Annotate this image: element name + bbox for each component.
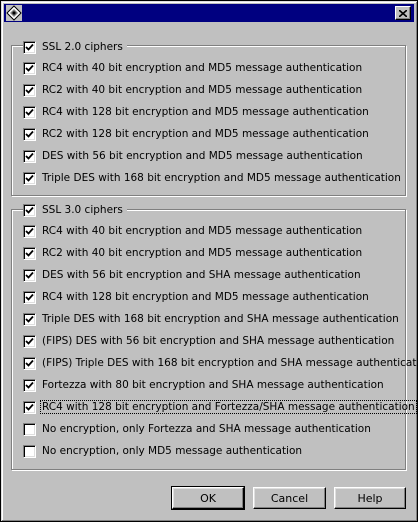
checkmark-icon bbox=[25, 64, 34, 72]
app-window-icon[interactable] bbox=[6, 5, 22, 21]
checkmark-icon bbox=[25, 43, 34, 51]
cipher-label: RC4 with 40 bit encryption and MD5 messa… bbox=[42, 225, 363, 237]
checkmark-icon bbox=[25, 152, 34, 160]
checkbox-box[interactable] bbox=[23, 268, 36, 282]
ssl2-cipher-checkbox[interactable]: RC2 with 40 bit encryption and MD5 messa… bbox=[23, 82, 363, 98]
checkbox-box[interactable] bbox=[23, 83, 36, 97]
ssl3-cipher-checkbox[interactable]: Fortezza with 80 bit encryption and SHA … bbox=[23, 377, 385, 393]
help-button[interactable]: Help bbox=[334, 487, 406, 509]
cipher-label: DES with 56 bit encryption and SHA messa… bbox=[42, 269, 361, 281]
cipher-label: Fortezza with 80 bit encryption and SHA … bbox=[42, 379, 384, 391]
checkmark-icon bbox=[25, 271, 34, 279]
group-header-label: SSL 2.0 ciphers bbox=[42, 41, 123, 53]
cipher-label: (FIPS) DES with 56 bit encryption and SH… bbox=[42, 335, 395, 347]
cipher-label: RC2 with 128 bit encryption and MD5 mess… bbox=[42, 128, 369, 140]
ssl3-enable-checkbox[interactable]: SSL 3.0 ciphers bbox=[23, 202, 127, 218]
checkbox-box[interactable] bbox=[23, 378, 36, 392]
checkmark-icon bbox=[25, 337, 34, 345]
checkbox-box[interactable] bbox=[23, 356, 36, 370]
cipher-label: No encryption, only Fortezza and SHA mes… bbox=[42, 423, 371, 435]
checkbox-box[interactable] bbox=[23, 224, 36, 238]
ssl3-cipher-checkbox[interactable]: RC4 with 128 bit encryption and MD5 mess… bbox=[23, 289, 370, 305]
cipher-label: No encryption, only MD5 message authenti… bbox=[42, 445, 303, 457]
title-bar[interactable] bbox=[4, 4, 414, 22]
ssl2-cipher-checkbox[interactable]: RC2 with 128 bit encryption and MD5 mess… bbox=[23, 126, 370, 142]
close-icon bbox=[399, 9, 407, 17]
checkmark-icon bbox=[25, 359, 34, 367]
checkbox-box[interactable] bbox=[23, 40, 36, 54]
ssl3-cipher-checkbox[interactable]: No encryption, only MD5 message authenti… bbox=[23, 443, 303, 459]
ssl3-cipher-checkbox[interactable]: Triple DES with 168 bit encryption and S… bbox=[23, 311, 400, 327]
checkmark-icon bbox=[25, 86, 34, 94]
cipher-label: DES with 56 bit encryption and MD5 messa… bbox=[42, 150, 363, 162]
close-button[interactable] bbox=[395, 6, 411, 20]
checkbox-box[interactable] bbox=[23, 171, 36, 185]
checkmark-icon bbox=[25, 174, 34, 182]
cipher-label: Triple DES with 168 bit encryption and M… bbox=[42, 172, 401, 184]
checkbox-box[interactable] bbox=[23, 334, 36, 348]
cipher-label: RC2 with 40 bit encryption and MD5 messa… bbox=[42, 247, 363, 259]
ssl2-cipher-checkbox[interactable]: RC4 with 40 bit encryption and MD5 messa… bbox=[23, 60, 363, 76]
checkmark-icon bbox=[25, 227, 34, 235]
cipher-label: RC4 with 128 bit encryption and Fortezza… bbox=[40, 400, 417, 414]
checkmark-icon bbox=[25, 403, 34, 411]
checkbox-box[interactable] bbox=[23, 422, 36, 436]
ssl2-cipher-checkbox[interactable]: DES with 56 bit encryption and MD5 messa… bbox=[23, 148, 364, 164]
ok-button[interactable]: OK bbox=[171, 486, 245, 510]
ssl3-cipher-checkbox[interactable]: (FIPS) Triple DES with 168 bit encryptio… bbox=[23, 355, 418, 371]
checkmark-icon bbox=[25, 206, 34, 214]
checkbox-box[interactable] bbox=[23, 290, 36, 304]
ssl3-cipher-checkbox[interactable]: RC4 with 128 bit encryption and Fortezza… bbox=[23, 399, 417, 415]
checkbox-box[interactable] bbox=[23, 203, 36, 217]
cipher-label: RC4 with 40 bit encryption and MD5 messa… bbox=[42, 62, 363, 74]
checkbox-box[interactable] bbox=[23, 312, 36, 326]
checkmark-icon bbox=[25, 130, 34, 138]
ssl3-cipher-checkbox[interactable]: RC2 with 40 bit encryption and MD5 messa… bbox=[23, 245, 363, 261]
checkbox-box[interactable] bbox=[23, 246, 36, 260]
cipher-label: (FIPS) Triple DES with 168 bit encryptio… bbox=[42, 357, 418, 369]
cancel-button[interactable]: Cancel bbox=[253, 487, 326, 509]
ssl2-cipher-checkbox[interactable]: Triple DES with 168 bit encryption and M… bbox=[23, 170, 402, 186]
checkbox-box[interactable] bbox=[23, 149, 36, 163]
cipher-label: RC4 with 128 bit encryption and MD5 mess… bbox=[42, 291, 369, 303]
checkmark-icon bbox=[25, 293, 34, 301]
checkmark-icon bbox=[25, 108, 34, 116]
checkbox-box[interactable] bbox=[23, 444, 36, 458]
checkbox-box[interactable] bbox=[23, 105, 36, 119]
ssl2-cipher-checkbox[interactable]: RC4 with 128 bit encryption and MD5 mess… bbox=[23, 104, 370, 120]
cipher-label: Triple DES with 168 bit encryption and S… bbox=[42, 313, 399, 325]
checkbox-box[interactable] bbox=[23, 400, 36, 414]
checkmark-icon bbox=[25, 315, 34, 323]
cipher-label: RC2 with 40 bit encryption and MD5 messa… bbox=[42, 84, 363, 96]
ssl3-cipher-checkbox[interactable]: (FIPS) DES with 56 bit encryption and SH… bbox=[23, 333, 395, 349]
checkbox-box[interactable] bbox=[23, 127, 36, 141]
group-header-label: SSL 3.0 ciphers bbox=[42, 204, 123, 216]
checkmark-icon bbox=[25, 249, 34, 257]
cipher-label: RC4 with 128 bit encryption and MD5 mess… bbox=[42, 106, 369, 118]
cipher-settings-dialog: SSL 2.0 ciphers RC4 with 40 bit encryptio… bbox=[0, 0, 418, 522]
checkbox-box[interactable] bbox=[23, 61, 36, 75]
ssl3-cipher-checkbox[interactable]: DES with 56 bit encryption and SHA messa… bbox=[23, 267, 362, 283]
checkmark-icon bbox=[25, 381, 34, 389]
ssl3-cipher-checkbox[interactable]: RC4 with 40 bit encryption and MD5 messa… bbox=[23, 223, 363, 239]
ssl2-enable-checkbox[interactable]: SSL 2.0 ciphers bbox=[23, 39, 127, 55]
ssl3-cipher-checkbox[interactable]: No encryption, only Fortezza and SHA mes… bbox=[23, 421, 372, 437]
